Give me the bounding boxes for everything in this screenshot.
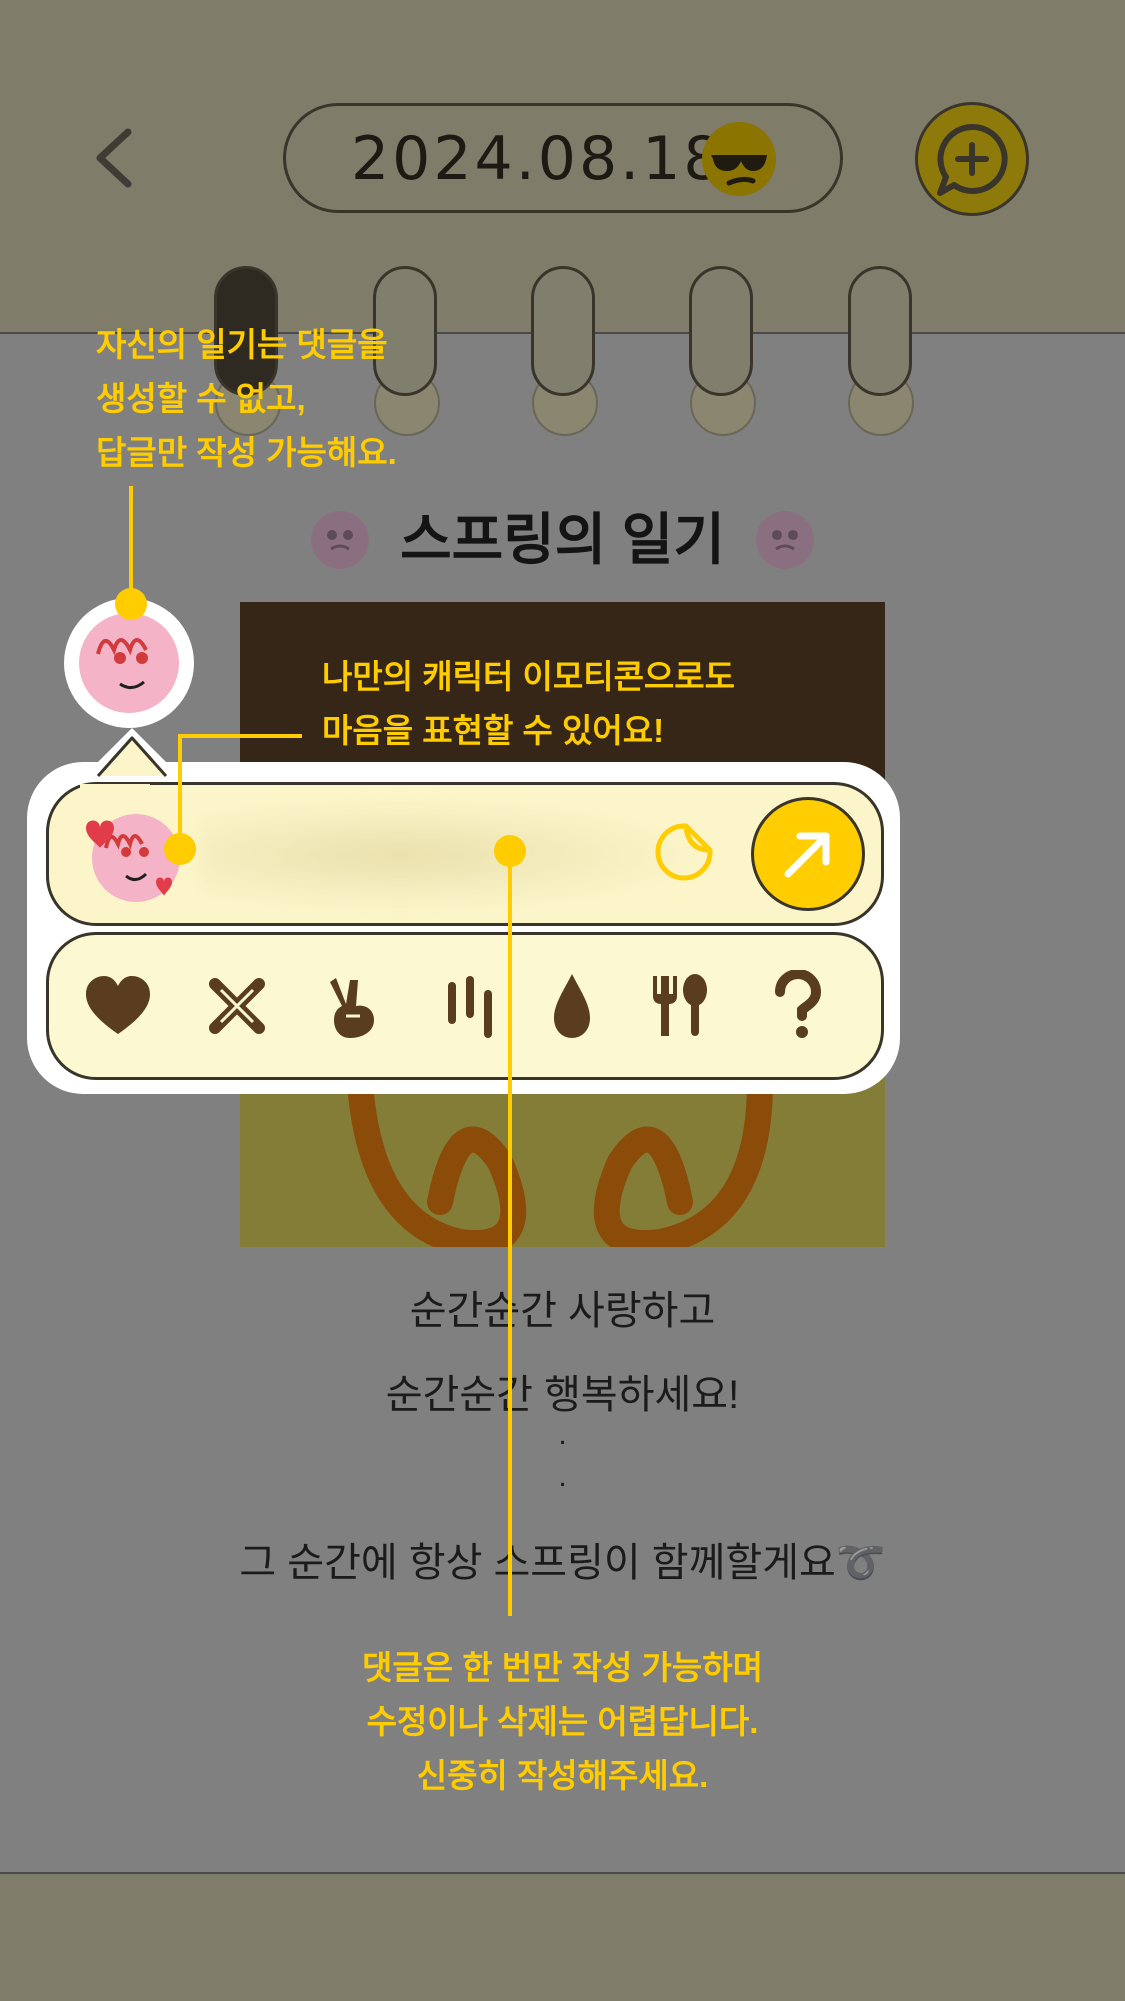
guide-connector xyxy=(178,734,302,738)
guide-line-text: 신중히 작성해주세요. xyxy=(416,1757,709,1794)
diary-title-row: 스프링의 일기 xyxy=(0,495,1125,576)
diary-body-dot: . xyxy=(558,1460,567,1493)
send-button[interactable] xyxy=(751,797,865,911)
tail-joint xyxy=(80,784,150,788)
guide-comment-rules: 댓글은 한 번만 작성 가능하며 수정이나 삭제는 어렵답니다. 신중히 작성해… xyxy=(0,1641,1125,1803)
guide-line-text: 답글만 작성 가능해요. xyxy=(96,434,397,471)
diary-title: 스프링의 일기 xyxy=(400,508,725,571)
diary-body-line: 순간순간 사랑하고 xyxy=(409,1289,716,1333)
binding-ring xyxy=(689,266,753,396)
sunglasses-face-icon xyxy=(702,122,776,196)
chat-plus-icon xyxy=(937,123,1008,196)
guide-connector xyxy=(129,486,133,604)
guide-line-text: 댓글은 한 번만 작성 가능하며 xyxy=(362,1649,763,1686)
guide-line-text: 마음을 표현할 수 있어요! xyxy=(322,712,665,749)
diary-body-dot: . xyxy=(558,1418,567,1451)
sticker-icon[interactable] xyxy=(652,820,716,884)
character-face-icon xyxy=(756,511,815,569)
guide-connector xyxy=(508,850,512,1616)
guide-emoticon: 나만의 캐릭터 이모티콘으로도 마음을 표현할 수 있어요! xyxy=(322,650,735,758)
guide-line-text: 생성할 수 없고, xyxy=(96,380,306,417)
guide-line-text: 자신의 일기는 댓글을 xyxy=(96,326,388,363)
water-drop-icon[interactable] xyxy=(536,970,608,1042)
guide-dot xyxy=(115,588,147,620)
question-mark-icon[interactable] xyxy=(760,970,832,1042)
diary-body-line: 그 순간에 항상 스프링이 함께할게요➰ xyxy=(239,1541,886,1585)
diary-date: 2024.08.18 xyxy=(351,124,725,194)
fork-spoon-icon[interactable] xyxy=(643,970,715,1042)
heart-icon[interactable] xyxy=(82,970,154,1042)
back-button[interactable] xyxy=(90,128,150,188)
guide-dot xyxy=(164,833,196,865)
diary-body-line: 순간순간 행복하세요! xyxy=(385,1373,740,1417)
cross-bandage-icon[interactable] xyxy=(201,970,273,1042)
guide-own-diary: 자신의 일기는 댓글을 생성할 수 없고, 답글만 작성 가능해요. xyxy=(96,318,397,480)
guide-line-text: 나만의 캐릭터 이모티콘으로도 xyxy=(322,658,736,695)
arrow-up-right-icon xyxy=(784,832,830,878)
character-face-icon xyxy=(310,511,369,569)
victory-hand-icon[interactable] xyxy=(318,970,390,1042)
date-selector[interactable]: 2024.08.18 xyxy=(283,103,843,213)
binding-ring xyxy=(531,266,595,396)
scratch-marks-icon[interactable] xyxy=(436,970,508,1042)
chevron-left-icon xyxy=(96,128,132,188)
input-blur xyxy=(200,800,700,910)
add-comment-button[interactable] xyxy=(915,102,1029,216)
binding-ring xyxy=(848,266,912,396)
guide-line-text: 수정이나 삭제는 어렵답니다. xyxy=(366,1703,759,1740)
